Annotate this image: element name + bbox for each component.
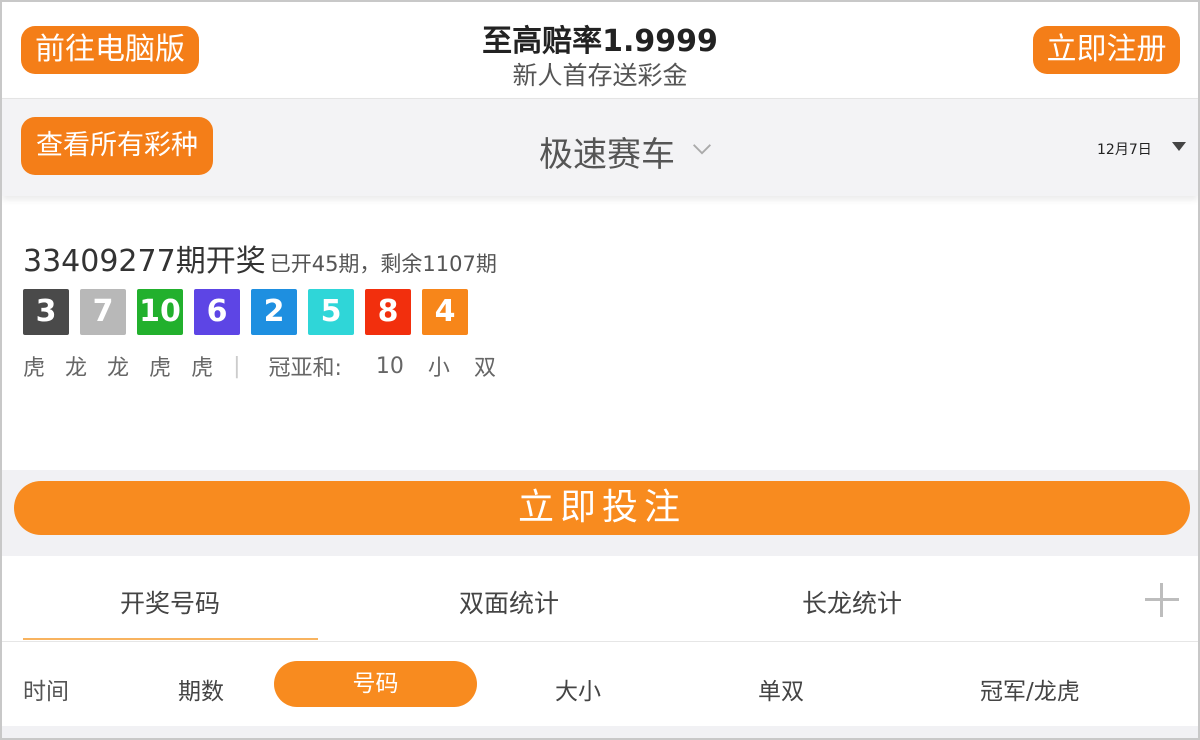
issue-line: 33409277期开奖 已开45期，剩余1107期 xyxy=(23,236,497,280)
dragon-tiger-result: 龙 xyxy=(65,356,88,381)
tab-streak-stats[interactable]: 长龙统计 xyxy=(802,584,902,620)
result-ball: 4 xyxy=(422,289,468,335)
dragon-tiger-result: 虎 xyxy=(149,356,172,381)
dragon-tiger-result: 虎 xyxy=(191,356,214,381)
dragon-tiger-result: 龙 xyxy=(107,356,130,381)
place-bet-button[interactable]: 立即投注 xyxy=(14,481,1190,535)
active-tab-indicator xyxy=(23,638,318,640)
lottery-name[interactable]: 极速赛车 xyxy=(539,127,675,176)
lottery-selector-bar: 查看所有彩种 极速赛车 12月7日 xyxy=(2,98,1198,196)
bet-strip: 立即投注 xyxy=(2,470,1198,556)
bottom-divider xyxy=(2,726,1198,738)
separator: | xyxy=(233,353,241,379)
tab-draw-numbers[interactable]: 开奖号码 xyxy=(120,584,220,620)
dropdown-triangle-icon[interactable] xyxy=(1172,142,1186,151)
filter-number[interactable]: 号码 xyxy=(274,661,477,707)
result-stats: 虎 龙 龙 虎 虎 | 冠亚和: 10 小 双 xyxy=(23,350,520,382)
result-ball: 2 xyxy=(251,289,297,335)
app-frame: 前往电脑版 至高赔率1.9999 新人首存送彩金 立即注册 查看所有彩种 极速赛… xyxy=(0,0,1200,740)
plus-icon[interactable] xyxy=(1145,583,1179,617)
filter-issue[interactable]: 期数 xyxy=(178,672,224,706)
promo-subtitle: 新人首存送彩金 xyxy=(512,61,688,90)
all-lotteries-button[interactable]: 查看所有彩种 xyxy=(21,117,213,175)
register-button[interactable]: 立即注册 xyxy=(1033,26,1180,74)
sum-size: 小 xyxy=(427,356,450,381)
filter-champion-dragon-tiger[interactable]: 冠军/龙虎 xyxy=(980,672,1080,706)
tab-two-sided-stats[interactable]: 双面统计 xyxy=(459,584,559,620)
date-selector[interactable]: 12月7日 xyxy=(1097,139,1152,159)
result-balls: 3 7 10 6 2 5 8 4 xyxy=(23,289,468,335)
column-filters: 时间 期数 号码 大小 单双 冠军/龙虎 xyxy=(2,642,1198,728)
chevron-down-icon[interactable] xyxy=(692,139,712,159)
filter-time[interactable]: 时间 xyxy=(23,672,69,706)
top-header: 前往电脑版 至高赔率1.9999 新人首存送彩金 立即注册 xyxy=(2,2,1198,98)
issue-title: 33409277期开奖 xyxy=(23,244,266,279)
filter-size[interactable]: 大小 xyxy=(555,672,601,706)
dragon-tiger-result: 虎 xyxy=(23,356,46,381)
result-ball: 10 xyxy=(137,289,183,335)
result-ball: 5 xyxy=(308,289,354,335)
sum-parity: 双 xyxy=(473,356,496,381)
promo-title: 至高赔率1.9999 xyxy=(482,24,718,59)
result-ball: 8 xyxy=(365,289,411,335)
result-ball: 3 xyxy=(23,289,69,335)
filter-parity[interactable]: 单双 xyxy=(758,672,804,706)
sum-value: 10 xyxy=(375,353,404,379)
sum-label: 冠亚和: xyxy=(268,356,342,381)
result-ball: 7 xyxy=(80,289,126,335)
draw-progress: 已开45期，剩余1107期 xyxy=(269,252,497,276)
draw-result-panel: 33409277期开奖 已开45期，剩余1107期 3 7 10 6 2 5 8 … xyxy=(2,214,1198,470)
result-ball: 6 xyxy=(194,289,240,335)
stats-tabs: 开奖号码 双面统计 长龙统计 xyxy=(2,556,1198,642)
